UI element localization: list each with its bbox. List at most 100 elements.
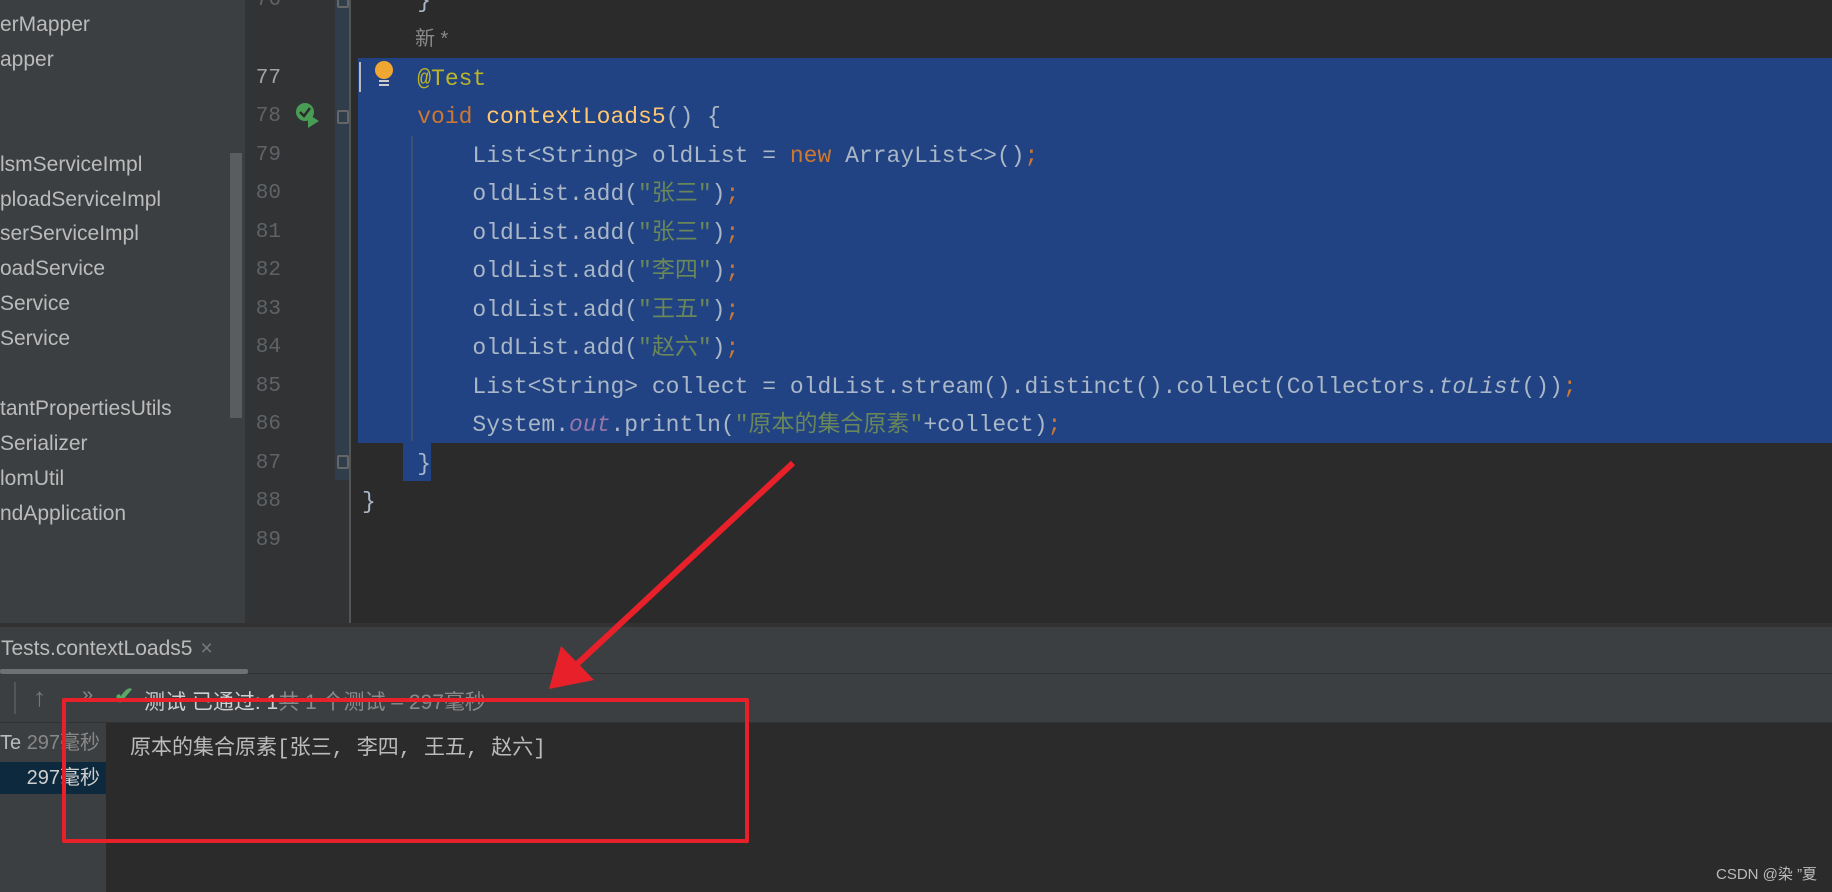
toolbar-divider — [14, 682, 16, 714]
code-token: ) — [711, 335, 726, 361]
project-tree-item[interactable]: Service — [0, 289, 70, 319]
code-token: ; — [1024, 142, 1039, 169]
line-number: 89 — [255, 528, 281, 552]
code-line: System.out.println("原本的集合原素"+collect); — [362, 406, 1061, 445]
tab-label: Tests.contextLoads5 — [1, 637, 193, 660]
code-token: ArrayList<>() — [845, 142, 1025, 169]
code-token: ) — [711, 258, 726, 284]
code-line: void contextLoads5() { — [362, 98, 721, 137]
line-number: 83 — [255, 297, 281, 321]
code-token: oldList.add( — [362, 335, 639, 361]
code-token: } — [362, 450, 432, 477]
code-token: ) — [711, 181, 726, 207]
code-token: List<String> oldList = — [362, 142, 790, 169]
code-token: } — [362, 489, 376, 515]
code-token: ()) — [1521, 373, 1563, 400]
project-tree: erMapper apper lsmServiceImpl ploadServiceI… — [0, 0, 245, 623]
code-token: contextLoads5 — [486, 104, 666, 130]
inlay-hint: 新 * — [415, 28, 449, 50]
line-number: 80 — [255, 182, 281, 205]
line-number: 84 — [255, 336, 281, 359]
project-tree-item[interactable]: oadService — [0, 254, 105, 284]
code-token: System. — [362, 412, 570, 438]
code-token: ) — [711, 296, 726, 323]
code-line: oldList.add("王五"); — [362, 291, 739, 330]
code-token: ; — [725, 335, 740, 361]
project-tree-item[interactable]: apper — [0, 45, 54, 75]
project-tree-item[interactable]: ndApplication — [0, 499, 126, 529]
arrow-up-icon[interactable]: ↑ — [33, 682, 46, 713]
code-line: oldList.add("张三"); — [362, 175, 739, 214]
line-number: 87 — [255, 451, 281, 475]
line-number: 86 — [255, 413, 281, 436]
project-tree-scrollbar[interactable] — [230, 153, 242, 418]
code-token: ) — [711, 219, 726, 246]
code-line: @Test — [362, 60, 486, 99]
project-tree-item[interactable]: lsmServiceImpl — [0, 150, 142, 180]
code-token: ; — [1562, 373, 1577, 400]
code-line: } — [362, 483, 376, 522]
tab-run-config[interactable]: Tests.contextLoads5 × — [0, 627, 248, 674]
code-token: "王五" — [638, 296, 712, 323]
code-token: } — [362, 0, 432, 14]
line-number: 82 — [255, 259, 281, 282]
fold-strip — [335, 0, 350, 480]
code-token: "李四" — [638, 258, 712, 284]
code-line: } — [362, 0, 431, 21]
code-token: toList — [1438, 373, 1522, 400]
line-number: 81 — [255, 220, 281, 244]
code-token: ; — [725, 258, 740, 284]
code-token: "赵六" — [638, 335, 712, 361]
code-token: oldList.add( — [362, 181, 639, 207]
fold-marker[interactable] — [337, 0, 349, 8]
code-token: oldList.add( — [362, 296, 639, 323]
line-number: 77 — [255, 66, 281, 90]
watermark: CSDN @染 ”夏 — [1716, 866, 1818, 883]
code-token: oldList.add( — [362, 219, 639, 246]
caret — [359, 62, 361, 92]
code-token: ; — [725, 296, 740, 323]
highlight-box-annotation — [62, 698, 749, 843]
code-token: +collect) — [923, 412, 1048, 438]
code-token: oldList.add( — [362, 258, 639, 284]
code-token: void — [417, 104, 487, 130]
code-line: oldList.add("李四"); — [362, 252, 739, 291]
code-token: List<String> collect = oldList.stream().… — [362, 373, 1439, 400]
code-line: oldList.add("张三"); — [362, 214, 739, 253]
code-token: "张三" — [638, 181, 712, 207]
code-line: List<String> collect = oldList.stream().… — [362, 368, 1577, 407]
line-number: 78 — [255, 105, 281, 128]
project-tree-item[interactable]: erMapper — [0, 10, 90, 40]
code-token: out — [569, 412, 611, 438]
line-number: 88 — [255, 490, 281, 513]
project-tree-item[interactable]: lomUtil — [0, 464, 64, 494]
line-number: 79 — [255, 143, 281, 167]
code-line: List<String> oldList = new ArrayList<>()… — [362, 137, 1038, 176]
code-token: .println( — [610, 412, 735, 438]
project-tree-item[interactable]: ploadServiceImpl — [0, 185, 161, 215]
code-line: } — [362, 445, 431, 484]
code-token: ; — [1047, 412, 1062, 438]
line-number: 76 — [255, 0, 281, 12]
line-number: 85 — [255, 374, 281, 398]
project-tree-item[interactable]: Serializer — [0, 429, 88, 459]
code-token: new — [789, 142, 846, 169]
project-tree-item[interactable]: tantPropertiesUtils — [0, 394, 172, 424]
code-token: ; — [725, 219, 740, 246]
fold-marker[interactable] — [337, 455, 349, 469]
code-token: () { — [665, 104, 721, 130]
run-tab-bar: Tests.contextLoads5 × — [0, 627, 1832, 674]
code-token: "原本的集合原素" — [734, 412, 924, 438]
project-tree-item[interactable]: serServiceImpl — [0, 219, 139, 249]
project-tree-item[interactable]: Service — [0, 324, 70, 354]
code-line: oldList.add("赵六"); — [362, 329, 739, 368]
fold-marker[interactable] — [337, 110, 349, 124]
code-token: "张三" — [638, 219, 712, 246]
run-test-passed-icon[interactable] — [295, 102, 321, 128]
code-token: ; — [725, 181, 740, 207]
code-editor[interactable]: 新 * } @Test void contextLoads5() { List<… — [351, 0, 1832, 623]
close-icon[interactable]: × — [200, 637, 212, 660]
test-name: Te — [0, 732, 22, 754]
